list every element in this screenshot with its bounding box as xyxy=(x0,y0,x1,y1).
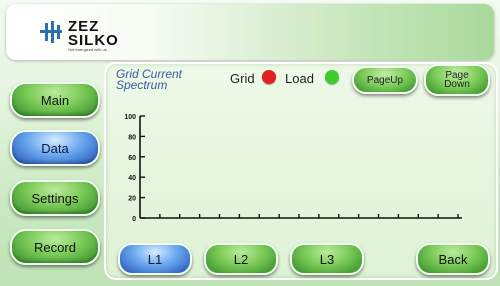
y-tick-label: 20 xyxy=(128,196,136,203)
legend-grid-label: Grid xyxy=(230,71,255,86)
record-button[interactable]: Record xyxy=(10,229,100,265)
tab-l3[interactable]: L3 xyxy=(290,243,364,275)
spectrum-chart: 0 20 40 60 80 100 xyxy=(124,114,462,223)
y-tick-label: 60 xyxy=(128,155,136,162)
legend-load-dot xyxy=(325,70,339,84)
logo-tagline: Get energized with us xyxy=(68,47,107,52)
page-up-button[interactable]: PageUp xyxy=(352,66,418,94)
y-tick-label: 100 xyxy=(124,114,136,121)
logo-mark-icon xyxy=(40,21,62,43)
main-button[interactable]: Main xyxy=(10,82,100,118)
page-down-button[interactable]: Page Down xyxy=(424,64,490,96)
company-logo: ZEZ SILKO Get energized with us xyxy=(38,16,158,52)
y-tick-label: 40 xyxy=(128,175,136,182)
back-button[interactable]: Back xyxy=(416,243,490,275)
legend-grid-dot xyxy=(262,70,276,84)
legend-load-label: Load xyxy=(285,71,314,86)
header-banner: ZEZ SILKO Get energized with us xyxy=(6,4,494,60)
data-button[interactable]: Data xyxy=(10,130,100,166)
tab-l2[interactable]: L2 xyxy=(204,243,278,275)
chart-title-line2: Spectrum xyxy=(116,78,168,92)
tab-l1[interactable]: L1 xyxy=(118,243,192,275)
settings-button[interactable]: Settings xyxy=(10,180,100,216)
y-tick-label: 80 xyxy=(128,134,136,141)
y-tick-label: 0 xyxy=(132,216,136,223)
